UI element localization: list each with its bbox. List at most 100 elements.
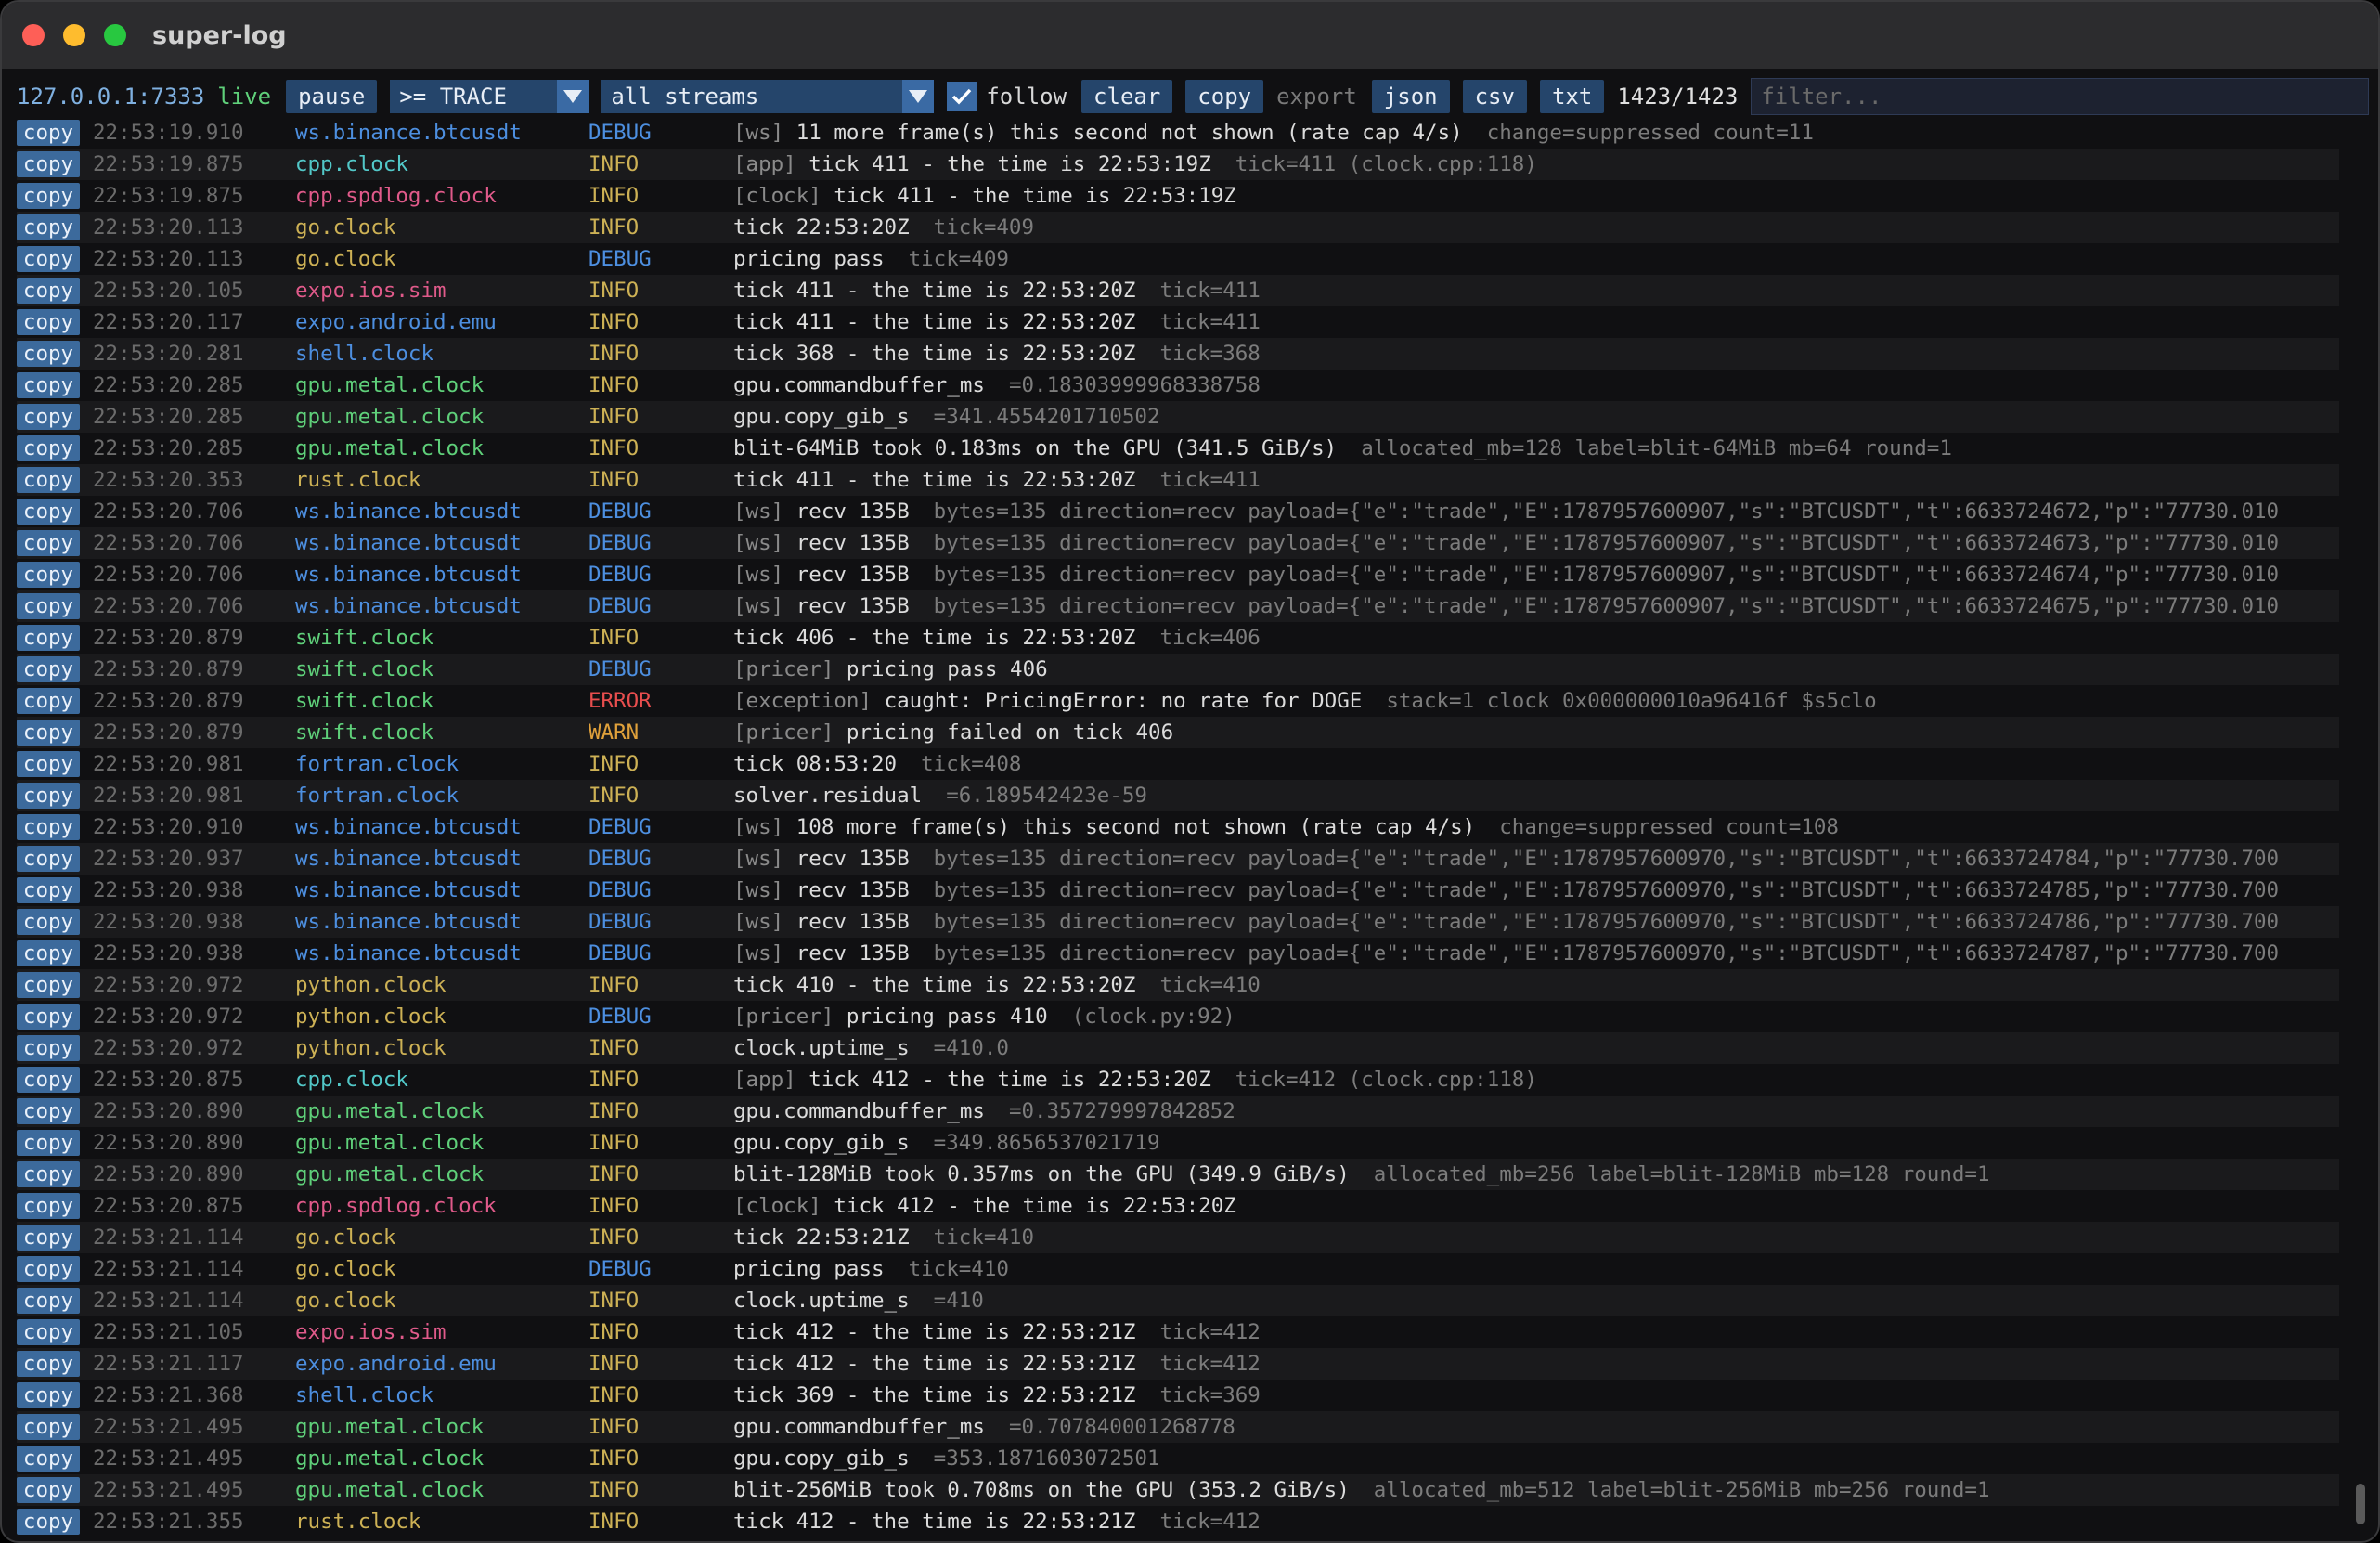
export-txt-button[interactable]: txt [1539,80,1605,113]
log-row[interactable]: copy 22:53:20.706 ws.binance.btcusdt DEBUG [… [17,527,2339,559]
log-row[interactable]: copy 22:53:21.368 shell.clock INFO tick 369 … [17,1380,2339,1411]
zoom-window-button[interactable] [104,24,126,46]
log-row[interactable]: copy 22:53:20.706 ws.binance.btcusdt DEBUG [… [17,559,2339,590]
log-row[interactable]: copy 22:53:19.875 cpp.spdlog.clock INFO [clo… [17,180,2339,212]
log-row[interactable]: copy 22:53:20.879 swift.clock ERROR [excepti… [17,685,2339,717]
log-row[interactable]: copy 22:53:20.879 swift.clock DEBUG [pricer]… [17,654,2339,685]
row-copy-button[interactable]: copy [17,530,80,556]
row-copy-button[interactable]: copy [17,341,80,367]
log-row[interactable]: copy 22:53:20.938 ws.binance.btcusdt DEBUG [… [17,875,2339,906]
row-copy-button[interactable]: copy [17,1351,80,1377]
filter-input[interactable] [1751,78,2369,115]
row-copy-button[interactable]: copy [17,783,80,809]
log-row[interactable]: copy 22:53:20.981 fortran.clock INFO tick 08… [17,748,2339,780]
log-row[interactable]: copy 22:53:20.890 gpu.metal.clock INFO gpu.c… [17,1127,2339,1159]
pause-button[interactable]: pause [286,80,378,113]
row-copy-button[interactable]: copy [17,183,80,209]
log-row[interactable]: copy 22:53:20.353 rust.clock INFO tick 411 -… [17,464,2339,496]
log-row[interactable]: copy 22:53:19.875 cpp.clock INFO [app] tick … [17,149,2339,180]
row-copy-button[interactable]: copy [17,1193,80,1219]
log-row[interactable]: copy 22:53:20.105 expo.ios.sim INFO tick 411… [17,275,2339,306]
log-row[interactable]: copy 22:53:20.706 ws.binance.btcusdt DEBUG [… [17,496,2339,527]
log-row[interactable]: copy 22:53:21.495 gpu.metal.clock INFO gpu.c… [17,1411,2339,1443]
row-copy-button[interactable]: copy [17,1509,80,1535]
log-row[interactable]: copy 22:53:20.879 swift.clock INFO tick 406 … [17,622,2339,654]
log-row[interactable]: copy 22:53:20.285 gpu.metal.clock INFO gpu.c… [17,401,2339,433]
row-copy-button[interactable]: copy [17,814,80,840]
log-row[interactable]: copy 22:53:20.972 python.clock DEBUG [pricer… [17,1001,2339,1032]
row-copy-button[interactable]: copy [17,372,80,398]
log-row[interactable]: copy 22:53:19.910 ws.binance.btcusdt DEBUG [… [17,117,2339,149]
row-copy-button[interactable]: copy [17,751,80,777]
stream-select[interactable]: all streams [601,80,935,113]
row-copy-button[interactable]: copy [17,246,80,272]
row-copy-button[interactable]: copy [17,625,80,651]
minimize-window-button[interactable] [63,24,85,46]
row-copy-button[interactable]: copy [17,1225,80,1251]
row-copy-button[interactable]: copy [17,1382,80,1408]
row-copy-button[interactable]: copy [17,214,80,240]
log-row[interactable]: copy 22:53:20.937 ws.binance.btcusdt DEBUG [… [17,843,2339,875]
log-row[interactable]: copy 22:53:20.890 gpu.metal.clock INFO blit-… [17,1159,2339,1190]
log-row[interactable]: copy 22:53:20.281 shell.clock INFO tick 368 … [17,338,2339,370]
log-row[interactable]: copy 22:53:20.875 cpp.clock INFO [app] tick … [17,1064,2339,1096]
log-row[interactable]: copy 22:53:20.910 ws.binance.btcusdt DEBUG [… [17,811,2339,843]
row-copy-button[interactable]: copy [17,120,80,146]
row-copy-button[interactable]: copy [17,151,80,177]
row-copy-button[interactable]: copy [17,1256,80,1282]
row-copy-button[interactable]: copy [17,404,80,430]
follow-checkbox[interactable] [947,82,977,111]
row-copy-button[interactable]: copy [17,656,80,682]
row-copy-button[interactable]: copy [17,909,80,935]
row-copy-button[interactable]: copy [17,972,80,998]
row-copy-button[interactable]: copy [17,467,80,493]
log-row[interactable]: copy 22:53:20.285 gpu.metal.clock INFO blit-… [17,433,2339,464]
row-copy-button[interactable]: copy [17,1477,80,1503]
row-copy-button[interactable]: copy [17,877,80,903]
clear-button[interactable]: clear [1081,80,1173,113]
row-copy-button[interactable]: copy [17,435,80,461]
log-row[interactable]: copy 22:53:20.938 ws.binance.btcusdt DEBUG [… [17,938,2339,969]
row-copy-button[interactable]: copy [17,1414,80,1440]
row-copy-button[interactable]: copy [17,278,80,304]
log-row[interactable]: copy 22:53:21.114 go.clock INFO clock.uptime… [17,1285,2339,1316]
log-row[interactable]: copy 22:53:20.285 gpu.metal.clock INFO gpu.c… [17,370,2339,401]
row-copy-button[interactable]: copy [17,499,80,525]
log-row[interactable]: copy 22:53:20.879 swift.clock WARN [pricer] … [17,717,2339,748]
log-row[interactable]: copy 22:53:20.117 expo.android.emu INFO tick… [17,306,2339,338]
log-row[interactable]: copy 22:53:21.495 gpu.metal.clock INFO blit-… [17,1474,2339,1506]
log-row[interactable]: copy 22:53:20.972 python.clock INFO clock.up… [17,1032,2339,1064]
row-copy-button[interactable]: copy [17,1067,80,1093]
copy-all-button[interactable]: copy [1185,80,1264,113]
log-list[interactable]: copy 22:53:19.910 ws.binance.btcusdt DEBUG [… [17,117,2339,1537]
log-row[interactable]: copy 22:53:21.495 gpu.metal.clock INFO gpu.c… [17,1443,2339,1474]
log-row[interactable]: copy 22:53:20.938 ws.binance.btcusdt DEBUG [… [17,906,2339,938]
export-csv-button[interactable]: csv [1462,80,1527,113]
log-row[interactable]: copy 22:53:20.890 gpu.metal.clock INFO gpu.c… [17,1096,2339,1127]
row-copy-button[interactable]: copy [17,720,80,746]
log-row[interactable]: copy 22:53:21.117 expo.android.emu INFO tick… [17,1348,2339,1380]
log-row[interactable]: copy 22:53:20.972 python.clock INFO tick 410… [17,969,2339,1001]
log-row[interactable]: copy 22:53:21.114 go.clock INFO tick 22:53:2… [17,1222,2339,1253]
log-row[interactable]: copy 22:53:20.981 fortran.clock INFO solver.… [17,780,2339,811]
close-window-button[interactable] [22,24,45,46]
log-row[interactable]: copy 22:53:20.875 cpp.spdlog.clock INFO [clo… [17,1190,2339,1222]
export-json-button[interactable]: json [1371,80,1450,113]
row-copy-button[interactable]: copy [17,593,80,619]
log-row[interactable]: copy 22:53:21.105 expo.ios.sim INFO tick 412… [17,1316,2339,1348]
level-select[interactable]: >= TRACE [390,80,589,113]
log-row[interactable]: copy 22:53:21.355 rust.clock INFO tick 412 -… [17,1506,2339,1537]
log-row[interactable]: copy 22:53:20.113 go.clock DEBUG pricing pas… [17,243,2339,275]
row-copy-button[interactable]: copy [17,1130,80,1156]
row-copy-button[interactable]: copy [17,1161,80,1187]
scrollbar-thumb[interactable] [2356,1484,2365,1524]
row-copy-button[interactable]: copy [17,1319,80,1345]
log-row[interactable]: copy 22:53:20.113 go.clock INFO tick 22:53:2… [17,212,2339,243]
row-copy-button[interactable]: copy [17,1004,80,1030]
log-row[interactable]: copy 22:53:20.706 ws.binance.btcusdt DEBUG [… [17,590,2339,622]
row-copy-button[interactable]: copy [17,940,80,966]
row-copy-button[interactable]: copy [17,846,80,872]
row-copy-button[interactable]: copy [17,1035,80,1061]
row-copy-button[interactable]: copy [17,1446,80,1472]
log-row[interactable]: copy 22:53:21.114 go.clock DEBUG pricing pas… [17,1253,2339,1285]
